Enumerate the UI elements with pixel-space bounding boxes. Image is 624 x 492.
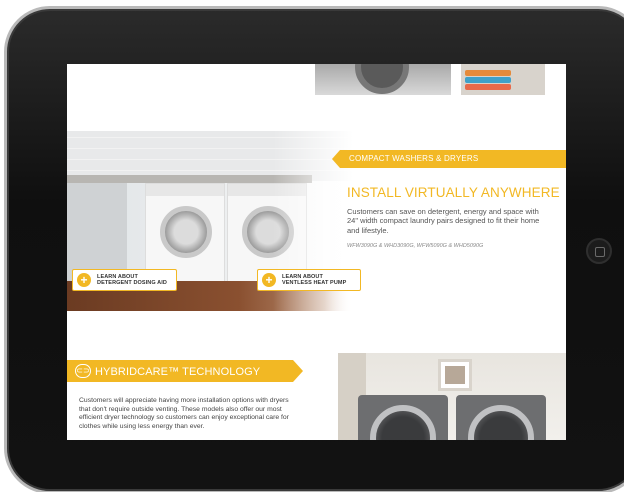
cabinet	[67, 183, 127, 281]
towel-image	[465, 70, 511, 76]
towels-photo	[461, 64, 545, 95]
learn-dosing-label: LEARN ABOUT DETERGENT DOSING AID	[97, 273, 167, 287]
learn-heat-pump-button[interactable]: + LEARN ABOUT VENTLESS HEAT PUMP	[257, 269, 361, 291]
model-numbers: WFW3090G & WHD3090G, WFW5090G & WHD5090G	[347, 243, 484, 249]
hybridcare-title: HYBRIDCARE™ TECHNOLOGY	[95, 366, 261, 378]
compact-washer-image	[145, 183, 225, 283]
tablet-screen: + LEARN ABOUT DETERGENT DOSING AID + LEAR…	[67, 64, 566, 440]
washer-door	[370, 405, 436, 440]
home-button[interactable]	[586, 238, 612, 264]
top-washer-photo	[315, 64, 451, 95]
control-panel	[146, 184, 224, 196]
front-load-washer-image	[358, 395, 448, 440]
towel-image	[465, 84, 511, 90]
washer-drum-image	[355, 64, 409, 94]
tablet-frame: + LEARN ABOUT DETERGENT DOSING AID + LEAR…	[0, 0, 624, 492]
picture-frame-image	[438, 359, 472, 391]
learn-heat-pump-label: LEARN ABOUT VENTLESS HEAT PUMP	[282, 273, 347, 287]
laundry-room-photo	[338, 353, 566, 440]
compact-washers-banner: COMPACT WASHERS & DRYERS	[332, 150, 566, 168]
front-load-dryer-image	[456, 395, 546, 440]
hybridcare-description: Customers will appreciate having more in…	[79, 397, 289, 430]
plus-circle-icon: +	[77, 273, 91, 287]
towel-image	[465, 77, 511, 83]
plus-circle-icon: +	[262, 273, 276, 287]
install-description: Customers can save on detergent, energy …	[347, 207, 540, 235]
washer-door	[160, 206, 212, 258]
compact-banner-label: COMPACT WASHERS & DRYERS	[349, 154, 479, 163]
hybridcare-logo-icon: ⊂⊃	[75, 364, 91, 378]
dryer-door	[468, 405, 534, 440]
install-headline: INSTALL VIRTUALLY ANYWHERE	[347, 185, 560, 200]
learn-dosing-aid-button[interactable]: + LEARN ABOUT DETERGENT DOSING AID	[72, 269, 177, 291]
